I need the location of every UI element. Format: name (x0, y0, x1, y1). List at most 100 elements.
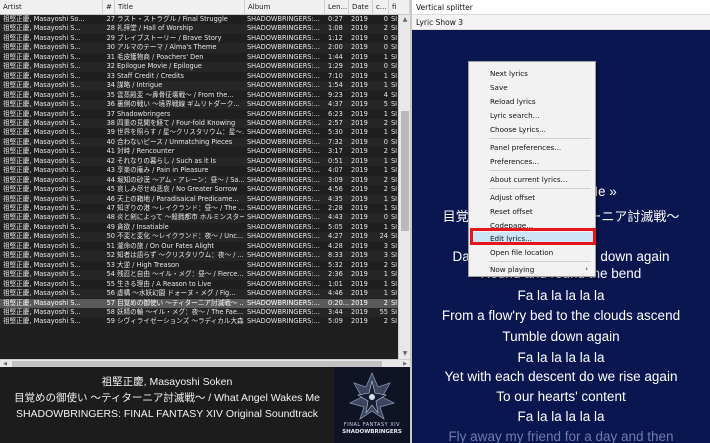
menu-item-next-lyrics[interactable]: Next lyrics (470, 67, 594, 80)
table-row[interactable]: 祖堅正慶, Masayoshi S... 43 享楽の庵み / Pain in Pl… (0, 166, 398, 175)
cell-date: 2019 (351, 289, 368, 298)
menu-item-reload-lyrics[interactable]: Reload lyrics (470, 95, 594, 108)
table-row-selected[interactable]: 祖堅正慶, Masayoshi S... 57 目覚めの御使い 〜ティターニア討滅戦… (0, 298, 398, 308)
table-row[interactable]: 祖堅正慶, Masayoshi S... 35 雲蒸殿変 〜鼻骨征壊戦〜 / Fro… (0, 91, 398, 100)
cell-count: 2 (383, 317, 388, 326)
cell-date: 2019 (351, 222, 368, 231)
cell-title: ブレイブストーリー / Brave Story (117, 33, 222, 42)
cell-artist: 祖堅正慶, Masayoshi S... (3, 317, 81, 326)
table-row[interactable]: 祖堅正慶, Masayoshi S... 46 天上の箱地 / Paradisaic… (0, 194, 398, 204)
table-row[interactable]: 祖堅正慶, Masayoshi S... 53 大逆 / High Treason S… (0, 261, 398, 270)
cell-length: 0:27 (328, 15, 343, 23)
cell-count: 2 (383, 260, 388, 269)
column-artist[interactable]: Artist (0, 0, 103, 15)
cell-length: 2:36 (328, 270, 343, 279)
cell-count: 1 (383, 204, 388, 212)
table-row[interactable]: 祖堅正慶, Masayoshi S... 49 貪欲 / Insatiable SHA… (0, 223, 398, 232)
playlist-horizontal-scrollbar[interactable]: ◀ ▶ (0, 359, 410, 367)
table-row[interactable]: 祖堅正慶, Masayoshi S... 54 残忍と自由 〜イル・メグ：昼〜 / … (0, 270, 398, 280)
column-file[interactable]: fi (389, 0, 410, 15)
table-row[interactable]: 祖堅正慶, Masayoshi S... 51 瀧命の旅 / On Our Fate… (0, 242, 398, 251)
cell-album: SHADOWBRINGERS:... (247, 156, 320, 165)
now-playing-info: 祖堅正慶, Masayoshi Soken 目覚めの御使い 〜ティターニア討滅戦… (0, 367, 334, 443)
cell-artist: 祖堅正慶, Masayoshi S... (3, 204, 81, 212)
cell-album: SHADOWBRINGERS:... (247, 137, 320, 146)
menu-item-preferences[interactable]: Preferences... (470, 155, 594, 168)
cell-album: SHADOWBRINGERS:... (247, 52, 320, 61)
cell-artist: 祖堅正慶, Masayoshi S... (3, 156, 81, 165)
table-row[interactable]: 祖堅正慶, Masayoshi S... 55 生きる理由 / A Reason t… (0, 280, 398, 289)
cell-file: SI (391, 33, 398, 42)
cell-title: 虚構 〜水妖幻園 ドォーヌ・メグ / Fig... (117, 289, 236, 298)
column-album[interactable]: Album (245, 0, 325, 15)
table-row[interactable]: 祖堅正慶, Masayoshi S... 39 世界を照らす / 星〜クリスタリウム… (0, 128, 398, 137)
cell-track-number: 48 (106, 213, 115, 222)
column-count[interactable]: c... (373, 0, 389, 15)
menu-item-lyric-search[interactable]: Lyric search... (470, 109, 594, 122)
cell-album: SHADOWBRINGERS:... (247, 71, 320, 80)
table-row[interactable]: 祖堅正慶, Masayoshi S... 47 知ぎりの港 〜レイクランド：昼〜 /… (0, 204, 398, 213)
table-row[interactable]: 祖堅正慶, Masayoshi S... 38 四重の見聞を経て / Four-fo… (0, 118, 398, 129)
now-playing-title: 目覚めの御使い 〜ティターニア討滅戦〜 / What Angel Wakes M… (14, 392, 320, 404)
table-row[interactable]: 祖堅正慶, Masayoshi S... 40 合わないピース / Unmatchi… (0, 137, 398, 148)
table-row[interactable]: 祖堅正慶, Masayoshi S... 29 ブレイブストーリー / Brave … (0, 34, 398, 43)
scroll-thumb[interactable] (401, 111, 409, 231)
menu-item-panel-preferences[interactable]: Panel preferences... (470, 141, 594, 154)
cell-artist: 祖堅正慶, Masayoshi S... (3, 279, 81, 288)
table-row[interactable]: 祖堅正慶, Masayoshi S... 31 毛皮獲物商 / Poachers' … (0, 53, 398, 62)
cell-date: 2019 (351, 279, 368, 288)
table-row[interactable]: 祖堅正慶, Masayoshi S... 32 Epilogue Movie / E… (0, 62, 398, 72)
album-art: FINAL FANTASY XIV SHADOWBRINGERS (334, 367, 410, 443)
table-row[interactable]: 祖堅正慶, Masayoshi S... 56 虚構 〜水妖幻園 ドォーヌ・メグ /… (0, 289, 398, 299)
column-track-number[interactable]: # (103, 0, 115, 15)
cell-title: 謀略 / Intrigue (117, 81, 163, 90)
cell-count: 1 (383, 81, 388, 90)
table-row[interactable]: 祖堅正慶, Masayoshi S... 58 妖精の輪 〜イル・メグ：夜〜 / T… (0, 307, 398, 318)
table-row[interactable]: 祖堅正慶, Masayoshi S... 36 裏側の戦い 〜境界戦線 ギムリトダー… (0, 100, 398, 110)
table-row[interactable]: 祖堅正慶, Masayoshi S... 33 Staff Credit / Cre… (0, 72, 398, 81)
table-row[interactable]: 祖堅正慶, Masayoshi S... 52 知者は語らず 〜クリスタリウム：夜〜… (0, 251, 398, 261)
table-row[interactable]: 祖堅正慶, Masayoshi S... 30 アルマのテーマ / Alma's T… (0, 43, 398, 53)
table-row[interactable]: 祖堅正慶, Masayoshi S... 44 堀知の砂漠 〜アム・アレーン：昼〜 … (0, 175, 398, 186)
cell-length: 0:20... (328, 298, 349, 307)
table-row[interactable]: 祖堅正慶, Masayoshi S... 45 哀しみ尽せぬ悲哀 / No Grea… (0, 185, 398, 194)
cell-track-number: 47 (106, 204, 115, 212)
cell-date: 2019 (351, 156, 368, 165)
menu-item-open-file-location[interactable]: Open file location (470, 246, 594, 259)
column-title[interactable]: Title (115, 0, 245, 15)
menu-item-save[interactable]: Save (470, 81, 594, 94)
cell-track-number: 52 (106, 251, 115, 260)
table-row[interactable]: 祖堅正慶, Masayoshi S... 42 それなりの暮らし / Such as… (0, 156, 398, 167)
menu-item-about-current-lyrics[interactable]: About current lyrics... (470, 173, 594, 186)
menu-item-reset-offset[interactable]: Reset offset (470, 205, 594, 218)
cell-file: SI (391, 147, 398, 156)
cell-artist: 祖堅正慶, Masayoshi S... (3, 232, 81, 241)
cell-date: 2019 (351, 260, 368, 269)
cell-artist: 祖堅正慶, Masayoshi S... (3, 185, 81, 194)
table-row[interactable]: 祖堅正慶, Masayoshi So... 27 ラスト・ストラグル / Final… (0, 15, 398, 24)
cell-file: SI (391, 232, 398, 241)
table-row[interactable]: 祖堅正慶, Masayoshi S... 34 謀略 / Intrigue SHADO… (0, 81, 398, 91)
table-row[interactable]: 祖堅正慶, Masayoshi S... 41 対峙 / Rencounter SHA… (0, 147, 398, 156)
cell-title: 天上の箱地 / Paradisaical Predicame... (117, 194, 239, 203)
cell-length: 3:09 (328, 175, 343, 184)
table-row[interactable]: 祖堅正慶, Masayoshi S... 28 礼拝堂 / Hall of Wors… (0, 24, 398, 34)
table-row[interactable]: 祖堅正慶, Masayoshi S... 48 炎と剣によって 〜殺戮都市 ホルミン… (0, 213, 398, 223)
lyric-show-tab[interactable]: Lyric Show 3 (412, 15, 710, 30)
menu-separator (489, 170, 591, 171)
cell-count: 3 (383, 251, 388, 260)
table-row[interactable]: 祖堅正慶, Masayoshi S... 59 シヴィライゼーションズ 〜ラディカル… (0, 317, 398, 326)
menu-item-adjust-offset[interactable]: Adjust offset (470, 191, 594, 204)
cell-count: 1 (383, 52, 388, 61)
album-art-logo: SHADOWBRINGERS (342, 429, 402, 435)
table-row[interactable]: 祖堅正慶, Masayoshi S... 37 Shadowbringers SHAD… (0, 110, 398, 119)
column-date[interactable]: Date (349, 0, 373, 15)
cell-file: SI (391, 204, 398, 212)
playlist-vertical-scrollbar[interactable]: ▲ ▼ (398, 15, 410, 359)
menu-item-choose-lyrics[interactable]: Choose Lyrics... (470, 123, 594, 136)
table-row[interactable]: 祖堅正慶, Masayoshi S... 50 不変と変化 〜レイクランド：夜〜 /… (0, 232, 398, 242)
column-length[interactable]: Len... (325, 0, 349, 15)
cell-length: 7:10 (328, 71, 343, 80)
menu-item-now-playing[interactable]: Now playing › (470, 263, 594, 276)
cell-length: 1:12 (328, 33, 343, 42)
